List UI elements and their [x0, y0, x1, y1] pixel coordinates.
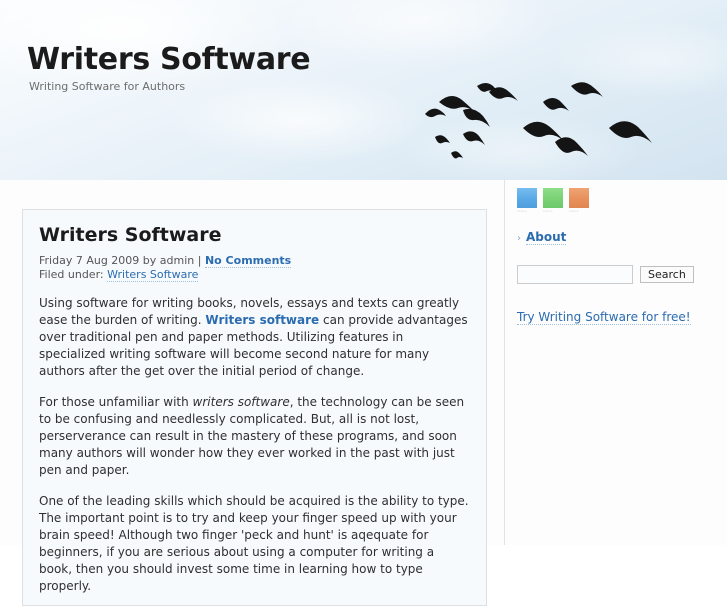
- post-paragraph-2: For those unfamiliar with writers softwa…: [39, 394, 470, 479]
- sidebar-nav: › About: [517, 230, 717, 245]
- social-icon-orange[interactable]: share: [569, 188, 589, 213]
- flying-birds-graphic: [425, 82, 652, 159]
- site-tagline: Writing Software for Authors: [29, 80, 186, 93]
- search-form: Search: [517, 265, 717, 284]
- page-body: Writers Software Friday 7 Aug 2009 by ad…: [0, 180, 727, 606]
- search-input[interactable]: [517, 265, 633, 284]
- paragraph-2-emphasis: writers software: [192, 395, 290, 409]
- no-comments-link[interactable]: No Comments: [204, 254, 292, 268]
- social-icon-blue[interactable]: share: [517, 188, 537, 213]
- search-button[interactable]: Search: [640, 266, 694, 283]
- sidebar-item-about[interactable]: › About: [517, 230, 717, 245]
- post-paragraph-3: One of the leading skills which should b…: [39, 494, 469, 593]
- promo-link-container: Try Writing Software for free!: [517, 310, 717, 325]
- sidebar: share share share › About Search Try Wri…: [517, 180, 717, 325]
- sidebar-item-about-label[interactable]: About: [526, 230, 567, 245]
- social-icon-blue-square: [517, 188, 537, 208]
- social-icon-green[interactable]: share: [543, 188, 563, 213]
- paragraph-2-text-a: For those unfamiliar with: [39, 395, 193, 409]
- category-link[interactable]: Writers Software: [107, 268, 199, 282]
- social-icon-green-square: [543, 188, 563, 208]
- post-meta: Friday 7 Aug 2009 by admin | No Comments…: [39, 254, 470, 282]
- filed-under-label: Filed under:: [39, 268, 104, 281]
- sidebar-divider: [504, 180, 505, 545]
- post-title: Writers Software: [39, 224, 222, 246]
- social-icon-orange-caption: share: [569, 209, 579, 213]
- social-icon-list: share share share: [517, 188, 717, 213]
- post-body: Using software for writing books, novels…: [39, 295, 470, 595]
- site-title: Writers Software: [27, 42, 311, 77]
- social-icon-green-caption: share: [543, 209, 553, 213]
- site-header-banner: Writers Software Writing Software for Au…: [0, 0, 727, 180]
- post-byline: Friday 7 Aug 2009 by admin |: [39, 254, 202, 267]
- social-icon-blue-caption: share: [517, 209, 527, 213]
- post-paragraph-1: Using software for writing books, novels…: [39, 295, 470, 380]
- post-container: Writers Software Friday 7 Aug 2009 by ad…: [22, 209, 487, 606]
- writers-software-inline-link[interactable]: Writers software: [205, 313, 319, 327]
- try-writing-software-link[interactable]: Try Writing Software for free!: [517, 310, 691, 325]
- social-icon-orange-square: [569, 188, 589, 208]
- chevron-right-icon: ›: [517, 233, 521, 244]
